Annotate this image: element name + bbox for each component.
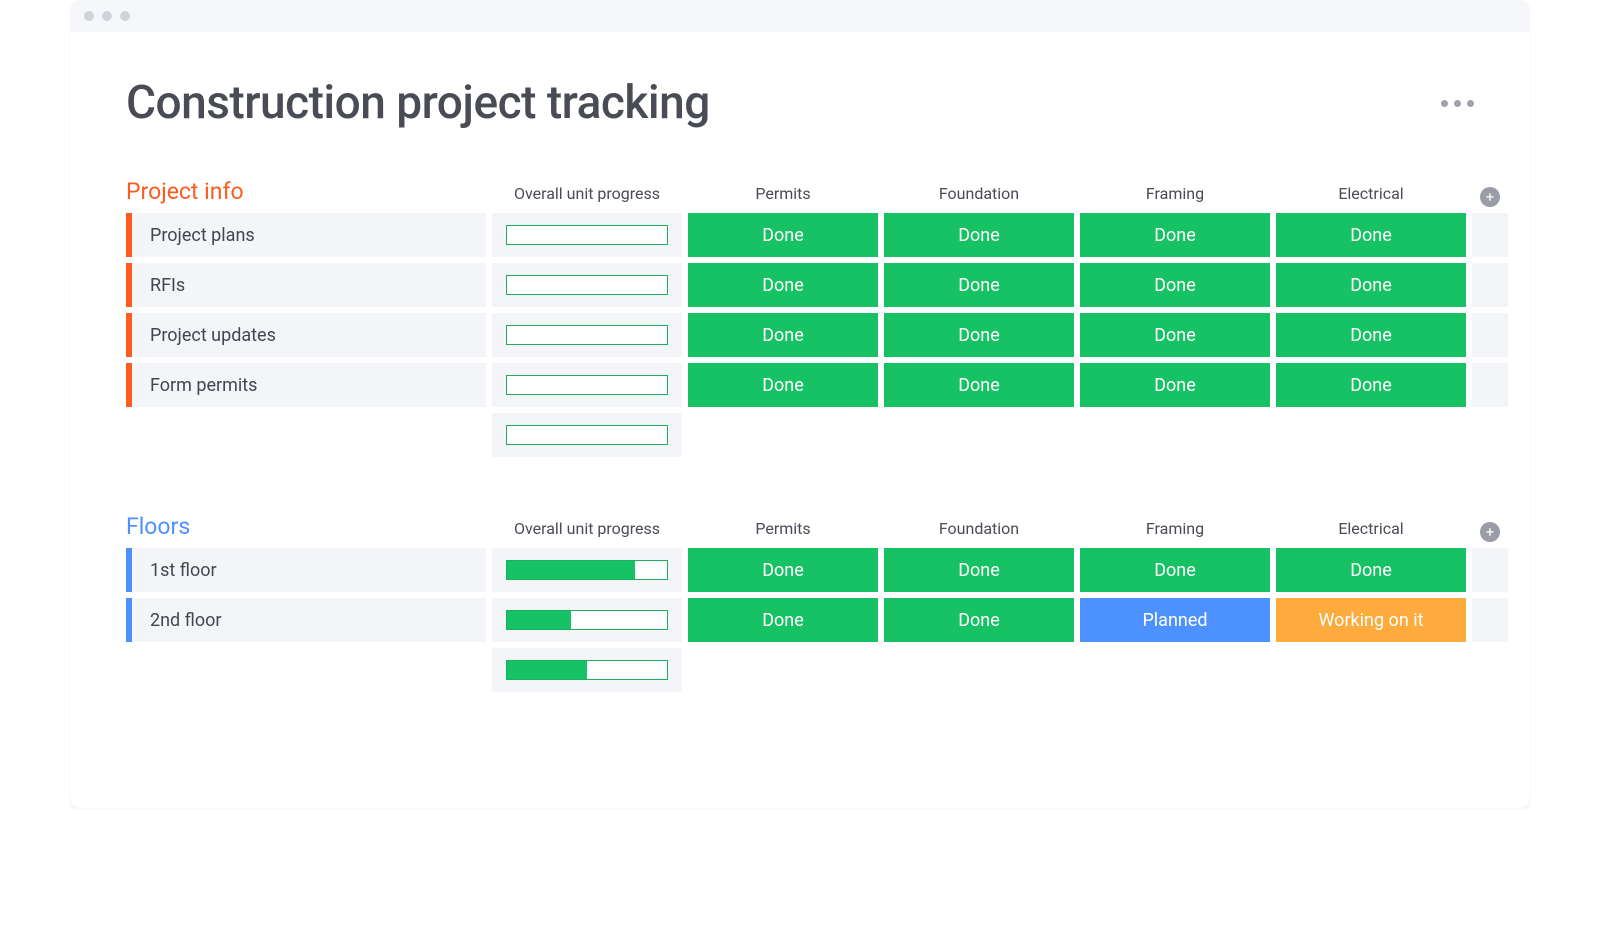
status-cell[interactable]: Done	[1080, 213, 1270, 257]
status-cell[interactable]: Done	[884, 548, 1074, 592]
group-summary-row	[126, 648, 1474, 692]
plus-icon: +	[1480, 522, 1500, 542]
group-floors: Floors Overall unit progress Permits Founda…	[126, 513, 1474, 692]
table-row: 1st floorDoneDoneDoneDone	[126, 548, 1474, 592]
status-cell[interactable]: Done	[884, 598, 1074, 642]
board-header: Construction project tracking	[126, 76, 1474, 130]
row-tail-cell	[1472, 363, 1508, 407]
group-title[interactable]: Floors	[126, 513, 486, 542]
more-options-button[interactable]	[1441, 100, 1474, 107]
progress-bar	[506, 375, 668, 395]
column-header[interactable]: Framing	[1080, 519, 1270, 542]
summary-spacer	[126, 413, 486, 457]
status-cell[interactable]: Done	[688, 548, 878, 592]
progress-cell[interactable]	[492, 263, 682, 307]
status-cell[interactable]: Done	[1080, 548, 1270, 592]
column-header[interactable]: Electrical	[1276, 184, 1466, 207]
row-tail-cell	[1472, 313, 1508, 357]
status-cell[interactable]: Done	[688, 263, 878, 307]
ellipsis-icon	[1441, 100, 1448, 107]
column-header[interactable]: Electrical	[1276, 519, 1466, 542]
progress-bar	[506, 660, 668, 680]
progress-fill	[507, 661, 587, 679]
column-header[interactable]: Permits	[688, 184, 878, 207]
group-header-row: Floors Overall unit progress Permits Founda…	[126, 513, 1474, 542]
status-cell[interactable]: Done	[884, 313, 1074, 357]
group-header-row: Project info Overall unit progress Permits…	[126, 178, 1474, 207]
add-column-button[interactable]: +	[1472, 187, 1508, 207]
item-name-cell[interactable]: RFIs	[126, 263, 486, 307]
status-cell[interactable]: Planned	[1080, 598, 1270, 642]
ellipsis-icon	[1467, 100, 1474, 107]
item-name-cell[interactable]: 1st floor	[126, 548, 486, 592]
row-tail-cell	[1472, 263, 1508, 307]
column-header[interactable]: Permits	[688, 519, 878, 542]
progress-cell[interactable]	[492, 313, 682, 357]
app-window: Construction project tracking Project in…	[70, 0, 1530, 808]
column-header[interactable]: Overall unit progress	[492, 519, 682, 542]
table-row: 2nd floorDoneDonePlannedWorking on it	[126, 598, 1474, 642]
status-cell[interactable]: Done	[688, 313, 878, 357]
column-header[interactable]: Foundation	[884, 519, 1074, 542]
window-control-dot	[102, 11, 112, 21]
row-tail-cell	[1472, 548, 1508, 592]
progress-cell[interactable]	[492, 363, 682, 407]
item-name-cell[interactable]: 2nd floor	[126, 598, 486, 642]
status-cell[interactable]: Done	[884, 263, 1074, 307]
progress-bar	[506, 225, 668, 245]
group-title[interactable]: Project info	[126, 178, 486, 207]
ellipsis-icon	[1454, 100, 1461, 107]
table-row: Form permitsDoneDoneDoneDone	[126, 363, 1474, 407]
column-header[interactable]: Foundation	[884, 184, 1074, 207]
status-cell[interactable]: Done	[688, 213, 878, 257]
status-cell[interactable]: Done	[1276, 548, 1466, 592]
progress-bar	[506, 325, 668, 345]
groups-container: Project info Overall unit progress Permits…	[126, 178, 1474, 692]
table-row: Project plansDoneDoneDoneDone	[126, 213, 1474, 257]
summary-progress-cell	[492, 648, 682, 692]
group-summary-row	[126, 413, 1474, 457]
status-cell[interactable]: Done	[688, 598, 878, 642]
row-tail-cell	[1472, 213, 1508, 257]
progress-fill	[507, 611, 571, 629]
progress-bar	[506, 425, 668, 445]
status-cell[interactable]: Done	[1080, 263, 1270, 307]
progress-bar	[506, 610, 668, 630]
status-cell[interactable]: Done	[1080, 313, 1270, 357]
window-control-dot	[120, 11, 130, 21]
progress-cell[interactable]	[492, 548, 682, 592]
column-header[interactable]: Overall unit progress	[492, 184, 682, 207]
add-column-button[interactable]: +	[1472, 522, 1508, 542]
status-cell[interactable]: Done	[1276, 363, 1466, 407]
status-cell[interactable]: Done	[1080, 363, 1270, 407]
table-row: Project updatesDoneDoneDoneDone	[126, 313, 1474, 357]
status-cell[interactable]: Done	[1276, 313, 1466, 357]
group-project-info: Project info Overall unit progress Permits…	[126, 178, 1474, 457]
progress-fill	[507, 561, 635, 579]
status-cell[interactable]: Done	[1276, 213, 1466, 257]
progress-cell[interactable]	[492, 213, 682, 257]
progress-cell[interactable]	[492, 598, 682, 642]
row-tail-cell	[1472, 598, 1508, 642]
status-cell[interactable]: Done	[688, 363, 878, 407]
column-header[interactable]: Framing	[1080, 184, 1270, 207]
status-cell[interactable]: Done	[884, 363, 1074, 407]
summary-progress-cell	[492, 413, 682, 457]
status-cell[interactable]: Done	[1276, 263, 1466, 307]
status-cell[interactable]: Working on it	[1276, 598, 1466, 642]
board-content: Construction project tracking Project in…	[70, 32, 1530, 808]
progress-bar	[506, 275, 668, 295]
item-name-cell[interactable]: Form permits	[126, 363, 486, 407]
window-control-dot	[84, 11, 94, 21]
page-title: Construction project tracking	[126, 76, 710, 130]
item-name-cell[interactable]: Project updates	[126, 313, 486, 357]
progress-bar	[506, 560, 668, 580]
summary-spacer	[126, 648, 486, 692]
item-name-cell[interactable]: Project plans	[126, 213, 486, 257]
plus-icon: +	[1480, 187, 1500, 207]
status-cell[interactable]: Done	[884, 213, 1074, 257]
table-row: RFIsDoneDoneDoneDone	[126, 263, 1474, 307]
window-titlebar	[70, 0, 1530, 32]
